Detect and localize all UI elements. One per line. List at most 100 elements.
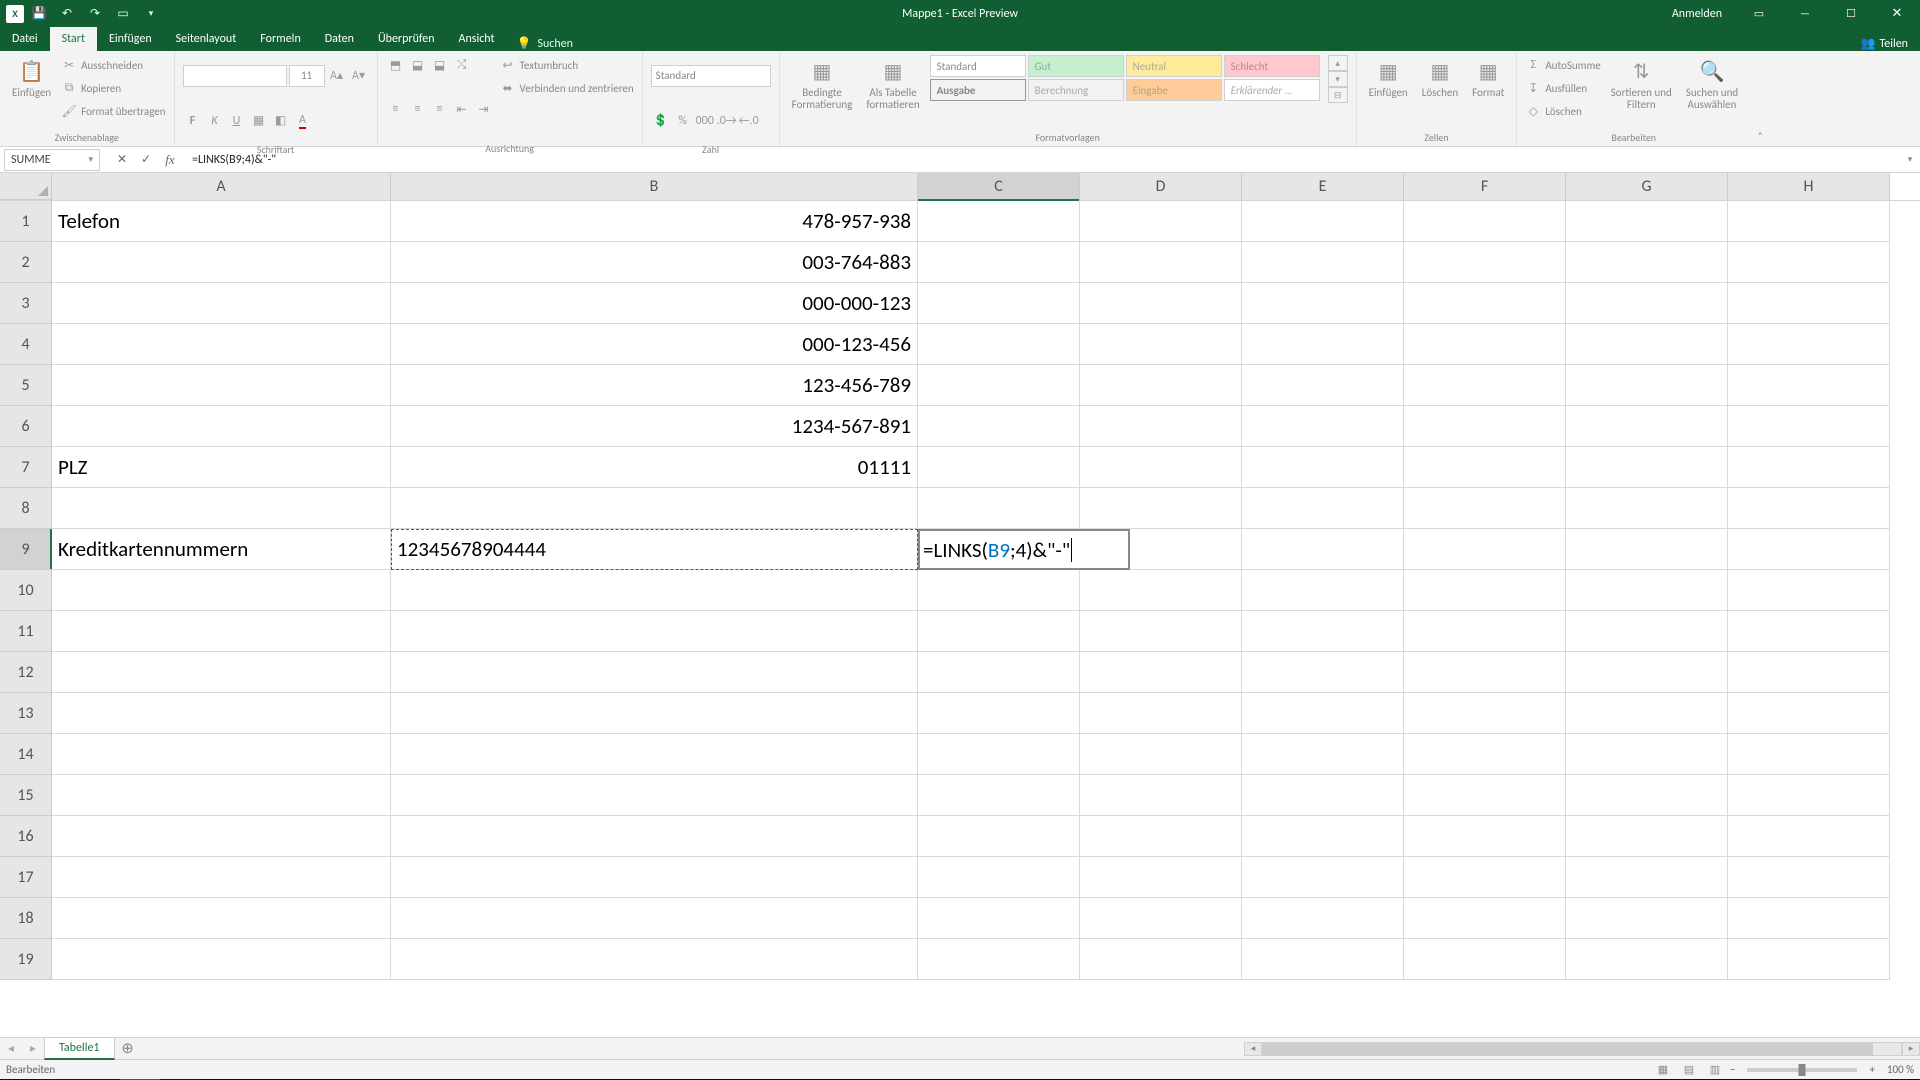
- copy-button[interactable]: ⧉Kopieren: [61, 78, 165, 98]
- cell-b17[interactable]: [391, 857, 918, 898]
- cell-c10[interactable]: [918, 570, 1080, 611]
- row-header[interactable]: 3: [0, 283, 52, 324]
- cell-e18[interactable]: [1242, 898, 1404, 939]
- cell-h18[interactable]: [1728, 898, 1890, 939]
- cell-f5[interactable]: [1404, 365, 1566, 406]
- accounting-format-icon[interactable]: 💲: [651, 111, 671, 131]
- tab-view[interactable]: Ansicht: [447, 27, 507, 51]
- cell-c4[interactable]: [918, 324, 1080, 365]
- cell-f15[interactable]: [1404, 775, 1566, 816]
- font-color-button[interactable]: A: [293, 111, 313, 131]
- undo-button[interactable]: ↶: [54, 3, 80, 25]
- column-header-b[interactable]: B: [391, 173, 918, 200]
- clear-button[interactable]: ◇Löschen: [1525, 101, 1600, 121]
- cell-h1[interactable]: [1728, 201, 1890, 242]
- cell-a5[interactable]: [52, 365, 391, 406]
- delete-cells-button[interactable]: ▦Löschen: [1418, 55, 1462, 101]
- font-size-combo[interactable]: 11: [289, 65, 325, 87]
- row-header[interactable]: 11: [0, 611, 52, 652]
- cell-a18[interactable]: [52, 898, 391, 939]
- cell-a3[interactable]: [52, 283, 391, 324]
- cell-h13[interactable]: [1728, 693, 1890, 734]
- cell-e9[interactable]: [1242, 529, 1404, 570]
- tell-me-search[interactable]: 💡 Suchen: [507, 36, 583, 51]
- cell-a16[interactable]: [52, 816, 391, 857]
- cell-f4[interactable]: [1404, 324, 1566, 365]
- cell-c16[interactable]: [918, 816, 1080, 857]
- redo-button[interactable]: ↷: [82, 3, 108, 25]
- close-button[interactable]: ✕: [1874, 0, 1920, 27]
- row-header[interactable]: 1: [0, 201, 52, 242]
- cell-c3[interactable]: [918, 283, 1080, 324]
- cell-f6[interactable]: [1404, 406, 1566, 447]
- tab-home[interactable]: Start: [50, 27, 97, 51]
- qat-customize-icon[interactable]: ▾: [138, 3, 164, 25]
- cell-c17[interactable]: [918, 857, 1080, 898]
- column-header-f[interactable]: F: [1404, 173, 1566, 200]
- row-header[interactable]: 12: [0, 652, 52, 693]
- styles-scroll-down-icon[interactable]: ▾: [1328, 71, 1348, 87]
- zoom-slider[interactable]: [1747, 1068, 1857, 1072]
- cell-f19[interactable]: [1404, 939, 1566, 980]
- cell-e12[interactable]: [1242, 652, 1404, 693]
- cell-d4[interactable]: [1080, 324, 1242, 365]
- cell-d16[interactable]: [1080, 816, 1242, 857]
- cell-h5[interactable]: [1728, 365, 1890, 406]
- cell-h3[interactable]: [1728, 283, 1890, 324]
- font-family-combo[interactable]: [183, 65, 287, 87]
- cell-d11[interactable]: [1080, 611, 1242, 652]
- cell-h16[interactable]: [1728, 816, 1890, 857]
- cell-h14[interactable]: [1728, 734, 1890, 775]
- row-header[interactable]: 7: [0, 447, 52, 488]
- hscroll-left-icon[interactable]: ◂: [1244, 1042, 1262, 1056]
- cell-f9[interactable]: [1404, 529, 1566, 570]
- cell-a4[interactable]: [52, 324, 391, 365]
- cell-h10[interactable]: [1728, 570, 1890, 611]
- column-header-g[interactable]: G: [1566, 173, 1728, 200]
- column-header-c[interactable]: C: [918, 173, 1080, 200]
- expand-formula-bar-icon[interactable]: ▾: [1900, 154, 1920, 165]
- cell-h9[interactable]: [1728, 529, 1890, 570]
- cell-g12[interactable]: [1566, 652, 1728, 693]
- cell-h12[interactable]: [1728, 652, 1890, 693]
- name-box[interactable]: SUMME ▾: [4, 149, 100, 171]
- cell-d5[interactable]: [1080, 365, 1242, 406]
- tab-data[interactable]: Daten: [313, 27, 366, 51]
- cell-e3[interactable]: [1242, 283, 1404, 324]
- row-header[interactable]: 17: [0, 857, 52, 898]
- cell-h4[interactable]: [1728, 324, 1890, 365]
- cell-b8[interactable]: [391, 488, 918, 529]
- wrap-text-button[interactable]: ↩Textumbruch: [500, 55, 634, 75]
- cell-g4[interactable]: [1566, 324, 1728, 365]
- border-button[interactable]: ▦: [249, 111, 269, 131]
- cell-b9[interactable]: 12345678904444: [391, 529, 918, 570]
- cell-f13[interactable]: [1404, 693, 1566, 734]
- cell-e14[interactable]: [1242, 734, 1404, 775]
- cell-a9[interactable]: Kreditkartennummern: [52, 529, 391, 570]
- cell-d17[interactable]: [1080, 857, 1242, 898]
- align-middle-icon[interactable]: ⬓: [408, 55, 428, 75]
- horizontal-scrollbar[interactable]: ◂ ▸: [1244, 1042, 1920, 1056]
- comma-format-icon[interactable]: 000: [695, 111, 715, 131]
- cell-a17[interactable]: [52, 857, 391, 898]
- cell-d12[interactable]: [1080, 652, 1242, 693]
- cell-f16[interactable]: [1404, 816, 1566, 857]
- cell-a15[interactable]: [52, 775, 391, 816]
- cell-a12[interactable]: [52, 652, 391, 693]
- cell-g18[interactable]: [1566, 898, 1728, 939]
- cell-a19[interactable]: [52, 939, 391, 980]
- cell-g2[interactable]: [1566, 242, 1728, 283]
- cell-c8[interactable]: [918, 488, 1080, 529]
- cell-g7[interactable]: [1566, 447, 1728, 488]
- select-all-corner[interactable]: [0, 173, 52, 200]
- cell-a10[interactable]: [52, 570, 391, 611]
- style-gut[interactable]: Gut: [1028, 55, 1124, 77]
- cell-f7[interactable]: [1404, 447, 1566, 488]
- style-schlecht[interactable]: Schlecht: [1224, 55, 1320, 77]
- format-painter-button[interactable]: 🖌Format übertragen: [61, 101, 165, 121]
- view-pagebreak-icon[interactable]: ▥: [1704, 1062, 1726, 1078]
- cell-g15[interactable]: [1566, 775, 1728, 816]
- row-header[interactable]: 5: [0, 365, 52, 406]
- fill-color-button[interactable]: ◧: [271, 111, 291, 131]
- cell-d6[interactable]: [1080, 406, 1242, 447]
